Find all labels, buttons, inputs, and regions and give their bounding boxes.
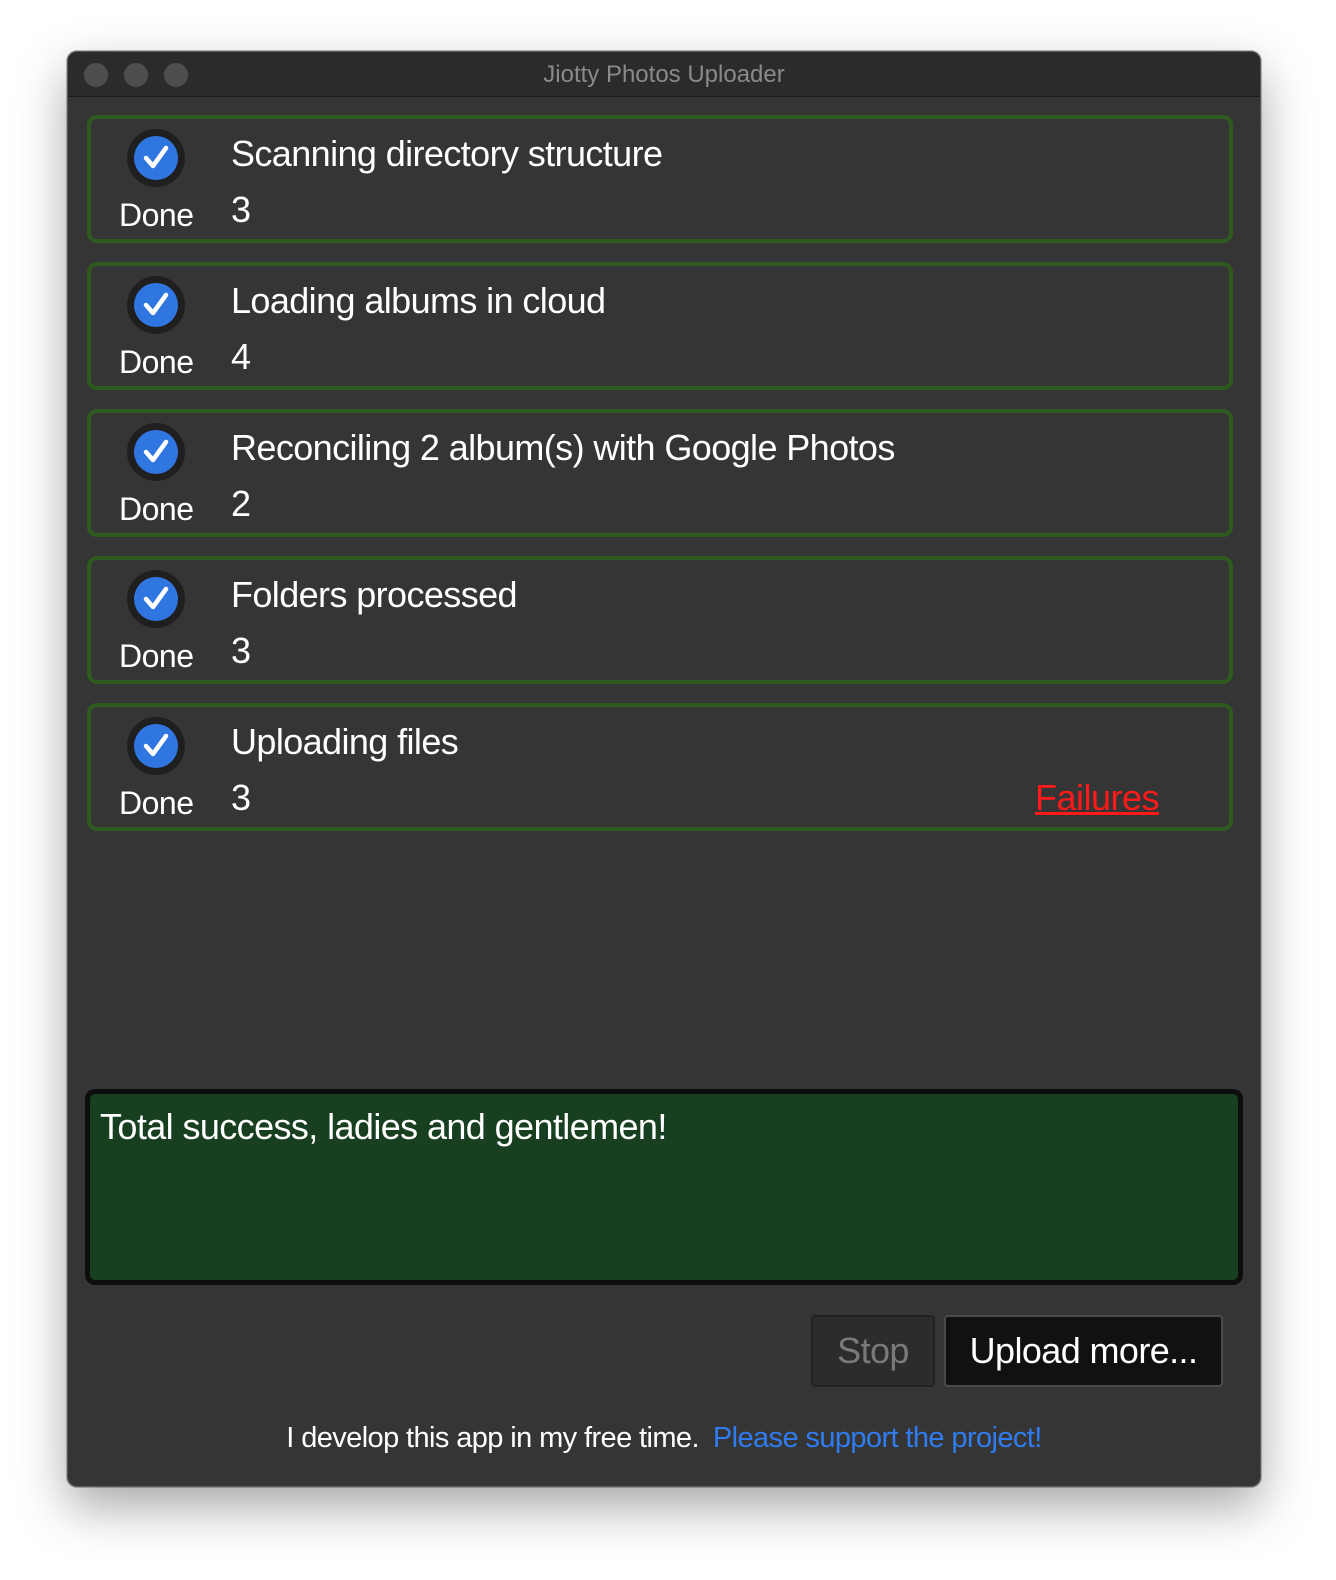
window-title: Jiotty Photos Uploader xyxy=(543,61,785,88)
result-message-box[interactable]: Total success, ladies and gentlemen! xyxy=(85,1089,1243,1285)
step-folders-processed: Done Folders processed 3 xyxy=(87,556,1233,684)
step-loading-albums: Done Loading albums in cloud 4 xyxy=(87,262,1233,390)
upload-more-button[interactable]: Upload more... xyxy=(944,1315,1223,1387)
step-status: Done xyxy=(119,491,194,527)
checkmark-icon xyxy=(127,717,185,775)
footer: I develop this app in my free time. Pleas… xyxy=(68,1422,1260,1455)
checkmark-icon xyxy=(127,129,185,187)
step-title: Uploading files xyxy=(231,721,459,762)
checkmark-icon xyxy=(127,276,185,334)
step-title: Reconciling 2 album(s) with Google Photo… xyxy=(231,427,895,468)
step-status: Done xyxy=(119,197,194,233)
step-status: Done xyxy=(119,638,194,674)
app-window: Jiotty Photos Uploader Done Scanning dir… xyxy=(67,51,1261,1487)
step-count: 3 xyxy=(231,630,252,671)
checkmark-icon xyxy=(127,570,185,628)
footer-text: I develop this app in my free time. xyxy=(286,1422,699,1454)
step-title: Scanning directory structure xyxy=(231,133,663,174)
step-reconciling-albums: Done Reconciling 2 album(s) with Google … xyxy=(87,409,1233,537)
checkmark-icon xyxy=(127,423,185,481)
step-count: 3 xyxy=(231,189,252,230)
step-scanning-directory: Done Scanning directory structure 3 xyxy=(87,115,1233,243)
step-count: 2 xyxy=(231,483,252,524)
step-count: 3 xyxy=(231,777,252,818)
step-uploading-files: Done Uploading files 3 Failures xyxy=(87,703,1233,831)
step-title: Folders processed xyxy=(231,574,518,615)
stop-button[interactable]: Stop xyxy=(811,1315,935,1387)
title-bar[interactable]: Jiotty Photos Uploader xyxy=(68,52,1260,97)
support-project-link[interactable]: Please support the project! xyxy=(713,1422,1042,1454)
step-status: Done xyxy=(119,785,194,821)
step-status: Done xyxy=(119,344,194,380)
step-count: 4 xyxy=(231,336,252,377)
step-title: Loading albums in cloud xyxy=(231,280,606,321)
failures-link[interactable]: Failures xyxy=(1035,777,1160,819)
